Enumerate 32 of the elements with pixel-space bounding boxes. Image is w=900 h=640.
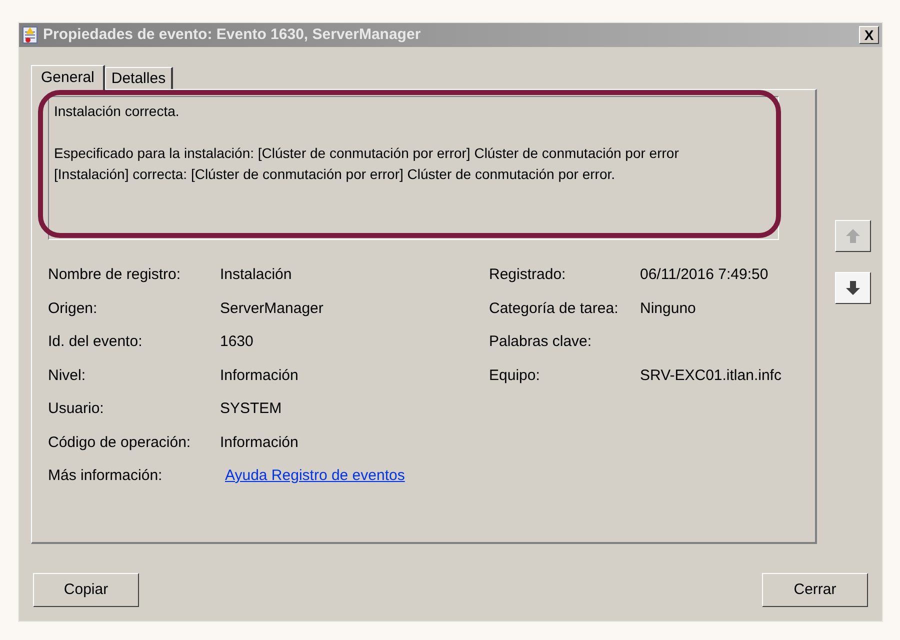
field-value: Información xyxy=(220,432,298,452)
field-label: Categoría de tarea: xyxy=(489,298,620,318)
tab[interactable]: Detalles xyxy=(105,67,173,89)
field-label: Nombre de registro: xyxy=(48,265,182,285)
field-value: ServerManager xyxy=(220,298,324,318)
field-label: Código de operación: xyxy=(48,432,192,452)
field-label: Equipo: xyxy=(489,366,541,386)
event-log-icon xyxy=(22,26,38,44)
close-button[interactable]: X xyxy=(859,26,879,44)
field-value: Ninguno xyxy=(640,298,696,318)
field-value: 1630 xyxy=(220,332,254,352)
up-arrow-icon xyxy=(845,228,861,244)
field-value: SYSTEM xyxy=(220,399,282,419)
field-label: Nivel: xyxy=(48,366,87,386)
field-label: Registrado: xyxy=(489,265,567,285)
tab[interactable]: General xyxy=(31,65,106,90)
copy-button[interactable]: Copiar xyxy=(33,573,139,607)
field-label: Id. del evento: xyxy=(48,332,144,352)
description-text: Instalación correcta. Especificado para la instalación: [Clúster de conmutación por error] Clúster de conmutación por error [Instalación] correcta: [Clúster de conmutación por error] Clúster de conmutación por error. xyxy=(48,96,779,240)
field-label: Más información: xyxy=(48,466,164,486)
field-label: Usuario: xyxy=(48,399,105,419)
down-arrow-button[interactable] xyxy=(835,272,871,304)
field-label: Origen: xyxy=(48,298,98,318)
field-value: 06/11/2016 7:49:50 xyxy=(640,265,768,285)
field-label: Palabras clave: xyxy=(489,332,593,352)
window-title: Propiedades de evento: Evento 1630, ServerManager xyxy=(43,24,421,45)
close-dialog-button[interactable]: Cerrar xyxy=(762,573,868,607)
down-arrow-icon xyxy=(845,280,861,296)
field-value: Instalación xyxy=(220,265,292,285)
help-link[interactable]: Ayuda Registro de eventos xyxy=(225,465,405,488)
field-value: Información xyxy=(220,366,298,386)
field-value: SRV-EXC01.itlan.infc xyxy=(640,366,782,386)
